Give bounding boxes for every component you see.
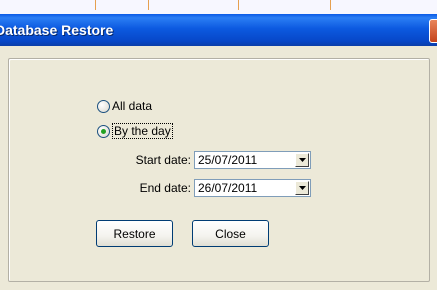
end-date-label: End date: bbox=[139, 181, 191, 195]
by-day-radio[interactable] bbox=[97, 124, 110, 138]
all-data-option[interactable]: All data bbox=[97, 99, 152, 113]
by-day-option[interactable]: By the day bbox=[97, 123, 173, 139]
end-date-value: 26/07/2011 bbox=[198, 181, 258, 195]
start-date-label: Start date: bbox=[135, 153, 191, 167]
database-restore-dialog: Database Restore All data By the day Sta… bbox=[0, 14, 437, 290]
end-date-dropdown[interactable]: 26/07/2011 bbox=[194, 179, 311, 197]
all-data-radio[interactable] bbox=[97, 99, 110, 113]
end-date-dropdown-button[interactable] bbox=[295, 181, 309, 195]
chevron-down-icon bbox=[299, 158, 306, 162]
start-date-dropdown-button[interactable] bbox=[295, 153, 309, 167]
parent-tick bbox=[95, 0, 96, 10]
all-data-label: All data bbox=[112, 99, 153, 113]
start-date-dropdown[interactable]: 25/07/2011 bbox=[194, 151, 311, 169]
by-day-label: By the day bbox=[112, 123, 173, 139]
restore-options-group: All data By the day Start date: 25/07/20… bbox=[8, 58, 430, 282]
chevron-down-icon bbox=[299, 186, 306, 190]
restore-button[interactable]: Restore bbox=[96, 220, 173, 247]
window-title: Database Restore bbox=[0, 22, 113, 38]
parent-window-strip bbox=[0, 0, 437, 15]
close-icon[interactable] bbox=[429, 19, 437, 43]
title-bar[interactable]: Database Restore bbox=[0, 14, 437, 46]
parent-tick bbox=[330, 0, 331, 10]
window-title-text: Database Restore bbox=[0, 22, 114, 38]
close-button[interactable]: Close bbox=[192, 220, 269, 247]
start-date-value: 25/07/2011 bbox=[198, 153, 258, 167]
parent-tick bbox=[238, 0, 239, 10]
parent-tick bbox=[148, 0, 149, 10]
